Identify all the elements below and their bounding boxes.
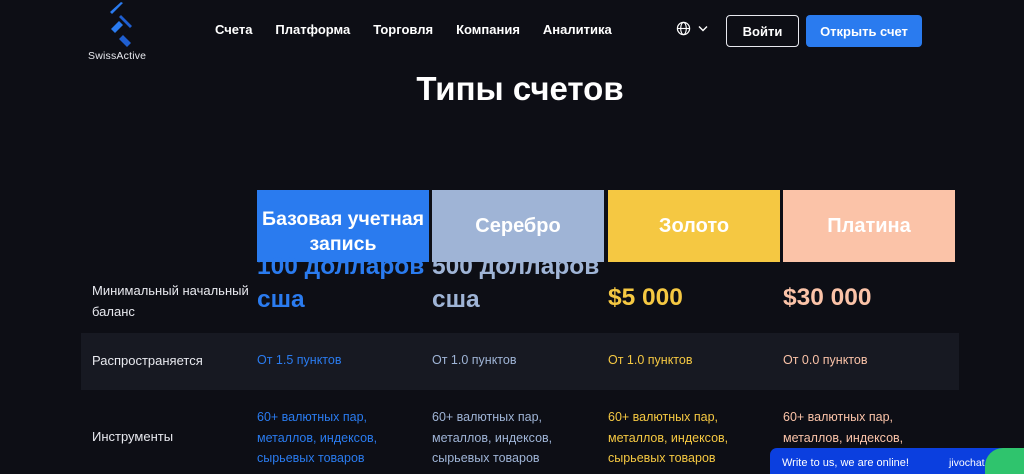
- instruments-silver: 60+ валютных пар, металлов, индексов, сы…: [432, 410, 553, 465]
- instruments-gold: 60+ валютных пар, металлов, индексов, сы…: [608, 410, 729, 465]
- nav-item-company[interactable]: Компания: [456, 22, 520, 37]
- nav-item-accounts[interactable]: Счета: [215, 22, 252, 37]
- spread-platinum: От 0.0 пунктов: [783, 353, 868, 367]
- balance-silver: 500 долларов сша: [432, 253, 600, 313]
- balance-gold: $5 000: [608, 284, 683, 311]
- row-label-spread: Распространяется: [92, 353, 203, 368]
- nav-item-analytics[interactable]: Аналитика: [543, 22, 612, 37]
- brand-name: SwissActive: [88, 50, 147, 62]
- instruments-basic: 60+ валютных пар, металлов, индексов, сы…: [257, 410, 378, 465]
- open-account-button[interactable]: Открыть счет: [806, 15, 922, 47]
- nav-item-platform[interactable]: Платформа: [275, 22, 350, 37]
- language-selector[interactable]: [676, 21, 708, 36]
- page-title: Типы счетов: [416, 70, 624, 107]
- logo-icon: [110, 2, 132, 47]
- chevron-down-icon: [698, 26, 708, 32]
- row-label-instruments: Инструменты: [92, 429, 174, 444]
- spread-basic: От 1.5 пунктов: [257, 353, 342, 367]
- spread-silver: От 1.0 пунктов: [432, 353, 517, 367]
- row-label-balance: Минимальный начальный баланс: [92, 283, 249, 319]
- balance-basic: 100 долларов сша: [257, 253, 425, 313]
- nav-item-trading[interactable]: Торговля: [373, 22, 433, 37]
- login-button[interactable]: Войти: [726, 15, 799, 47]
- chat-widget-brand: jivochat: [949, 457, 985, 469]
- spread-gold: От 1.0 пунктов: [608, 353, 693, 367]
- chat-widget-text: Write to us, we are online!: [782, 457, 909, 469]
- brand-logo[interactable]: SwissActive: [88, 2, 154, 64]
- balance-platinum: $30 000: [783, 284, 872, 311]
- chat-bubble-icon[interactable]: [985, 448, 1024, 474]
- globe-icon: [676, 21, 691, 36]
- main-nav: Счета Платформа Торговля Компания Аналит…: [215, 22, 612, 37]
- account-header-platinum: Платина: [783, 190, 955, 262]
- account-header-gold: Золото: [608, 190, 780, 262]
